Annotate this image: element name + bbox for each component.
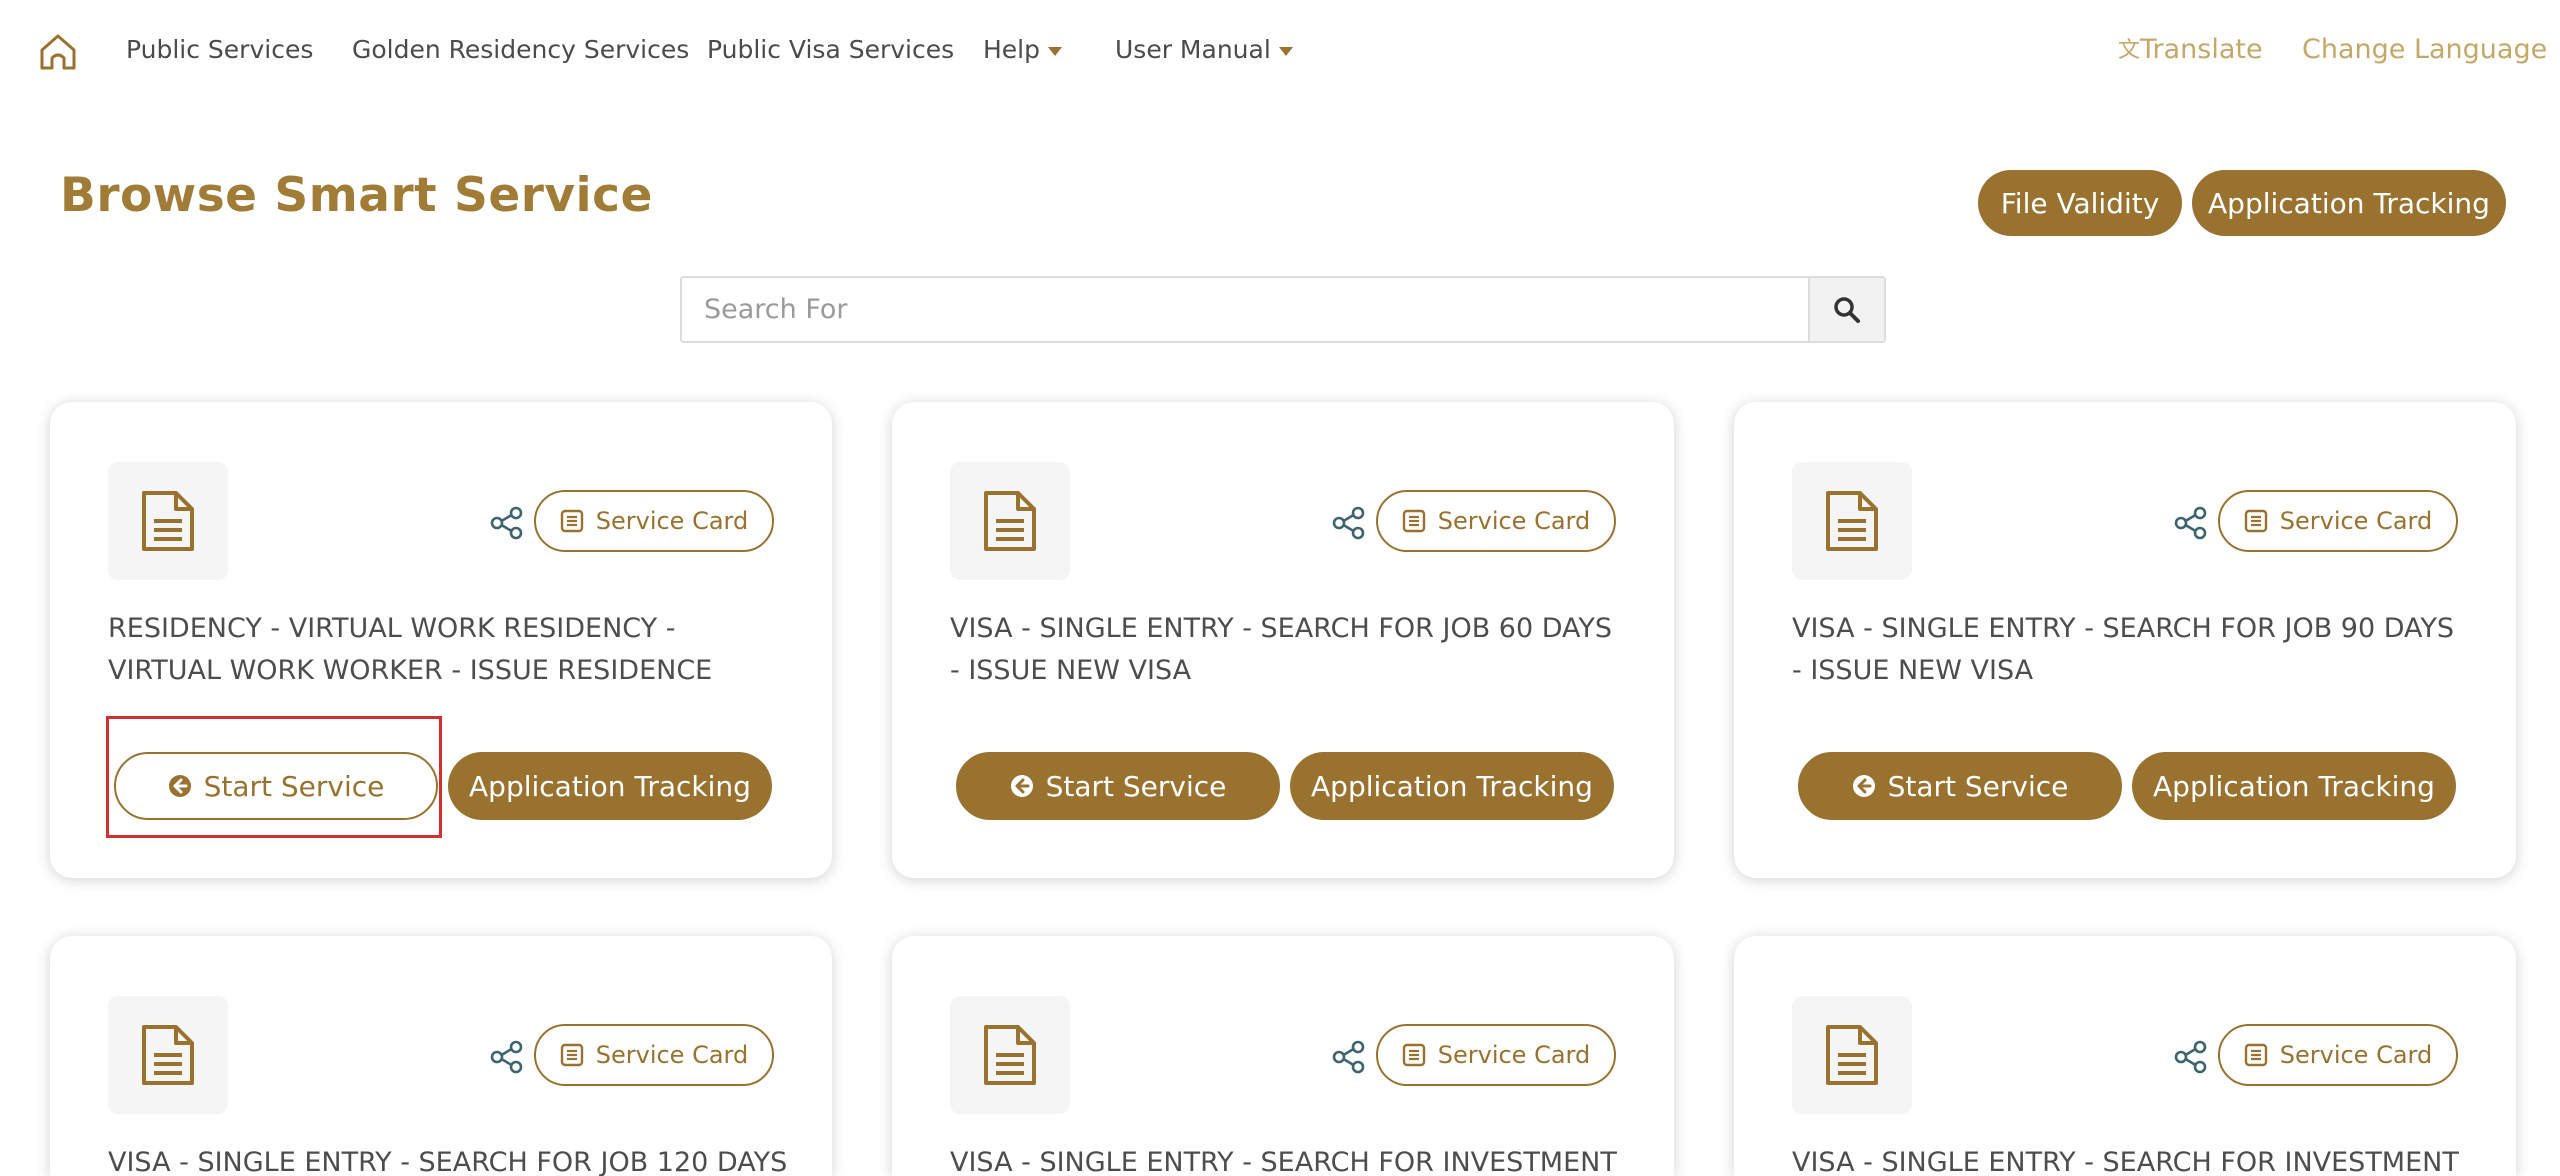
- service-card-button[interactable]: Service Card: [1376, 490, 1616, 552]
- nav-user-manual[interactable]: User Manual: [1115, 32, 1293, 68]
- share-icon[interactable]: [1332, 1040, 1366, 1074]
- search-icon: [1834, 296, 1860, 323]
- share-icon[interactable]: [1332, 506, 1366, 540]
- service-card-button[interactable]: Service Card: [2218, 1024, 2458, 1086]
- document-icon-tile: [950, 462, 1070, 580]
- translate-label: Translate: [2140, 34, 2263, 65]
- document-icon-tile: [1792, 996, 1912, 1114]
- start-service-button[interactable]: Start Service: [956, 752, 1280, 820]
- list-icon: [1402, 1043, 1425, 1067]
- document-icon: [984, 1025, 1036, 1085]
- service-card-button[interactable]: Service Card: [534, 490, 774, 552]
- document-icon: [142, 1025, 194, 1085]
- document-icon-tile: [1792, 462, 1912, 580]
- translate-link[interactable]: 文Translate: [2118, 32, 2263, 69]
- document-icon: [1826, 491, 1878, 551]
- service-card-item: Service Card VISA - SINGLE ENTRY - SEARC…: [1734, 402, 2516, 878]
- service-card-label: Service Card: [2279, 1041, 2433, 1069]
- share-icon[interactable]: [490, 1040, 524, 1074]
- nav-public-visa-services[interactable]: Public Visa Services: [707, 32, 954, 68]
- home-icon[interactable]: [36, 30, 80, 74]
- share-icon[interactable]: [490, 506, 524, 540]
- change-language-link[interactable]: Change Language: [2302, 32, 2547, 68]
- start-service-button[interactable]: Start Service: [114, 752, 438, 820]
- start-service-label: Start Service: [1045, 769, 1227, 803]
- start-service-button[interactable]: Start Service: [1798, 752, 2122, 820]
- nav-user-manual-label: User Manual: [1115, 35, 1271, 64]
- service-title: VISA - SINGLE ENTRY - SEARCH FOR JOB 120…: [108, 1147, 788, 1176]
- page: Public Services Golden Residency Service…: [0, 0, 2560, 1176]
- nav-help[interactable]: Help: [983, 32, 1062, 68]
- nav-public-services[interactable]: Public Services: [126, 32, 313, 68]
- application-tracking-button[interactable]: Application Tracking: [448, 752, 772, 820]
- list-icon: [1402, 509, 1425, 533]
- service-card-label: Service Card: [1437, 507, 1591, 535]
- list-icon: [560, 1043, 583, 1067]
- service-card-item: Service Card VISA - SINGLE ENTRY - SEARC…: [892, 402, 1674, 878]
- arrow-circle-left-icon: [1010, 775, 1033, 797]
- service-title: VISA - SINGLE ENTRY - SEARCH FOR JOB 60 …: [950, 613, 1613, 686]
- nav-help-label: Help: [983, 35, 1040, 64]
- page-title: Browse Smart Service: [60, 168, 653, 223]
- service-title: VISA - SINGLE ENTRY - SEARCH FOR INVESTM…: [950, 1147, 1617, 1176]
- service-card-item: Service Card VISA - SINGLE ENTRY - SEARC…: [50, 936, 832, 1176]
- service-card-label: Service Card: [595, 507, 749, 535]
- search-input[interactable]: [682, 278, 1808, 341]
- application-tracking-button[interactable]: Application Tracking: [1290, 752, 1614, 820]
- service-card-item: Service Card VISA - SINGLE ENTRY - SEARC…: [1734, 936, 2516, 1176]
- service-card-button[interactable]: Service Card: [1376, 1024, 1616, 1086]
- list-icon: [2244, 509, 2267, 533]
- application-tracking-header-button[interactable]: Application Tracking: [2192, 170, 2506, 236]
- service-card-label: Service Card: [2279, 507, 2433, 535]
- application-tracking-button[interactable]: Application Tracking: [2132, 752, 2456, 820]
- list-icon: [2244, 1043, 2267, 1067]
- start-service-label: Start Service: [203, 769, 385, 803]
- document-icon: [1826, 1025, 1878, 1085]
- document-icon-tile: [108, 996, 228, 1114]
- service-card-button[interactable]: Service Card: [2218, 490, 2458, 552]
- arrow-circle-left-icon: [1852, 775, 1875, 797]
- translate-icon: 文: [2118, 37, 2141, 63]
- document-icon: [142, 491, 194, 551]
- start-service-label: Start Service: [1887, 769, 2069, 803]
- share-icon[interactable]: [2174, 506, 2208, 540]
- service-title: VISA - SINGLE ENTRY - SEARCH FOR INVESTM…: [1792, 1147, 2459, 1176]
- service-card-label: Service Card: [595, 1041, 749, 1069]
- nav-golden-residency-services[interactable]: Golden Residency Services: [352, 32, 689, 68]
- service-card-item: Service Card VISA - SINGLE ENTRY - SEARC…: [892, 936, 1674, 1176]
- document-icon: [984, 491, 1036, 551]
- chevron-down-icon: [1048, 46, 1062, 56]
- search-button[interactable]: [1808, 278, 1884, 341]
- file-validity-button[interactable]: File Validity: [1978, 170, 2182, 236]
- chevron-down-icon: [1278, 46, 1293, 56]
- service-title: RESIDENCY - VIRTUAL WORK RESIDENCY - VIR…: [108, 613, 713, 686]
- list-icon: [560, 509, 583, 533]
- document-icon-tile: [108, 462, 228, 580]
- search-bar: [680, 276, 1886, 343]
- service-card-label: Service Card: [1437, 1041, 1591, 1069]
- service-card-button[interactable]: Service Card: [534, 1024, 774, 1086]
- top-navigation: Public Services Golden Residency Service…: [0, 0, 2560, 104]
- service-card-item: Service Card RESIDENCY - VIRTUAL WORK RE…: [50, 402, 832, 878]
- service-title: VISA - SINGLE ENTRY - SEARCH FOR JOB 90 …: [1792, 613, 2455, 686]
- arrow-circle-left-icon: [168, 775, 191, 797]
- document-icon-tile: [950, 996, 1070, 1114]
- share-icon[interactable]: [2174, 1040, 2208, 1074]
